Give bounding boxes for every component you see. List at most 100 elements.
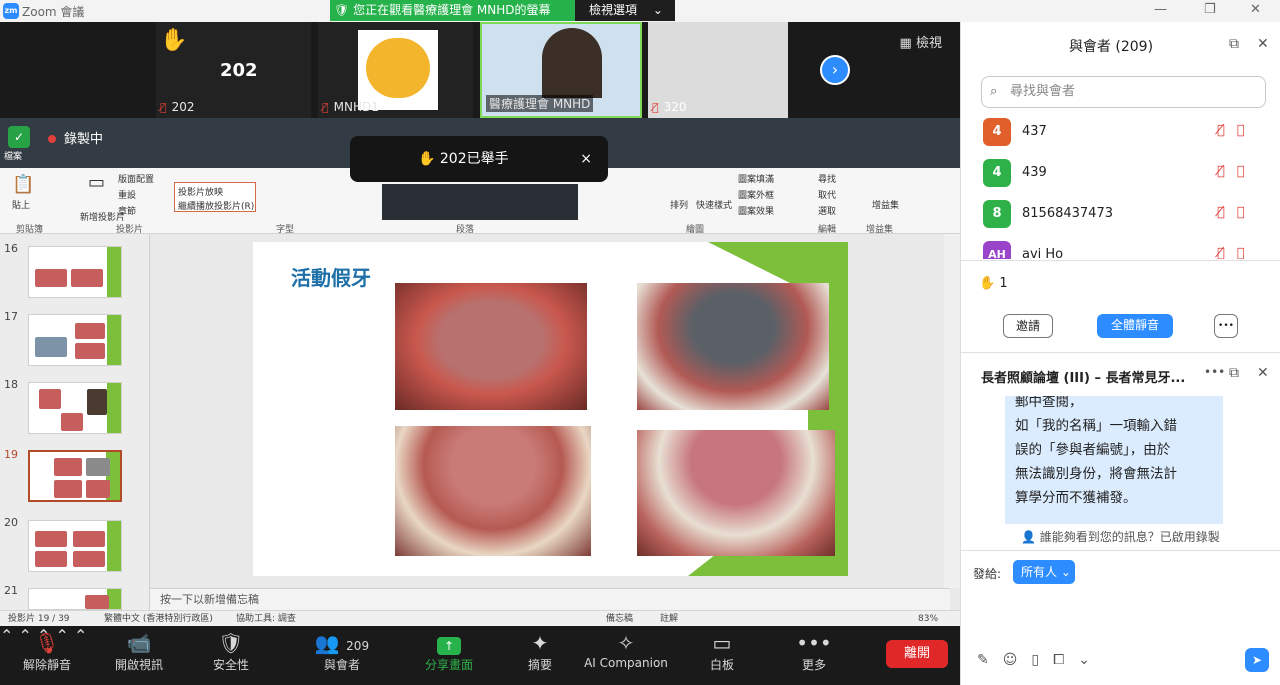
- photo-lower-jaw: [395, 426, 591, 556]
- summary-button[interactable]: ✦ 摘要: [522, 630, 558, 673]
- participant-row[interactable]: 4 439 🎙̸⧄: [961, 153, 1271, 193]
- security-button[interactable]: 🛡 安全性: [208, 630, 254, 673]
- files-label: 檔案: [4, 152, 23, 162]
- share-screen-icon: ↑: [422, 630, 476, 656]
- paste-icon[interactable]: 📋: [12, 174, 34, 195]
- shape-outline-button[interactable]: 圖案外框: [738, 188, 774, 201]
- screenshot-icon[interactable]: ⧠: [1053, 652, 1078, 668]
- slide-thumbnail[interactable]: [28, 520, 122, 572]
- mic-off-icon: 🎙: [34, 631, 60, 655]
- close-icon[interactable]: ✕: [1257, 365, 1269, 381]
- more-dots-icon[interactable]: •••: [1204, 365, 1225, 379]
- search-placeholder: 尋找與會者: [1010, 84, 1076, 99]
- recording-indicator[interactable]: 錄製中: [48, 128, 103, 147]
- shield-icon: 🛡: [218, 631, 244, 655]
- file-icon[interactable]: ▯: [1031, 652, 1053, 668]
- recording-dot-icon: [48, 135, 56, 143]
- paste-label[interactable]: 貼上: [12, 198, 30, 211]
- mute-all-button[interactable]: 全體靜音: [1097, 314, 1173, 338]
- emoji-icon[interactable]: ☺: [1003, 652, 1032, 668]
- arrange-button[interactable]: 排列: [670, 198, 688, 211]
- start-video-button[interactable]: 📹 開啟視訊: [112, 630, 166, 673]
- more-button[interactable]: ••• 更多: [796, 630, 832, 673]
- slide-thumbnail[interactable]: [28, 246, 122, 298]
- layout-button[interactable]: 版面配置: [118, 172, 154, 185]
- send-to-label: 發給:: [973, 567, 1002, 581]
- files-shield-icon[interactable]: ✓: [8, 126, 30, 148]
- participant-name: 439: [1022, 165, 1047, 180]
- unmute-button[interactable]: 🎙 解除靜音: [20, 630, 74, 673]
- chat-visibility-notice[interactable]: 👤 誰能夠看到您的訊息？已啟用錄製: [1021, 528, 1220, 545]
- send-to-dropdown[interactable]: 所有人 ⌄: [1013, 560, 1075, 584]
- slideshow-dropdown[interactable]: 投影片放映 繼續播放投影片(R): [174, 182, 256, 212]
- share-screen-button[interactable]: ↑ 分享畫面: [422, 630, 476, 673]
- chevron-down-icon[interactable]: ⌄: [1078, 652, 1104, 668]
- addins-button[interactable]: 增益集: [872, 198, 899, 211]
- slide-thumbnail[interactable]: [28, 314, 122, 366]
- whiteboard-button[interactable]: ▭ 白板: [704, 630, 740, 673]
- restore-icon[interactable]: ❐: [1204, 2, 1216, 17]
- shape-effects-button[interactable]: 圖案效果: [738, 204, 774, 217]
- participant-search-input[interactable]: ⌕ 尋找與會者: [981, 76, 1266, 108]
- quick-styles-button[interactable]: 快速樣式: [696, 198, 732, 211]
- slide-scrollbar[interactable]: [944, 234, 960, 588]
- leave-button[interactable]: 離開: [886, 640, 948, 668]
- comments-button[interactable]: 註解: [660, 611, 678, 627]
- ppt-status-bar: 投影片 19 / 39 繁體中文 (香港特別行政區) 協助工具: 調查 備忘稿 …: [0, 610, 960, 626]
- close-icon[interactable]: ×: [580, 136, 592, 182]
- find-button[interactable]: 尋找: [818, 172, 836, 185]
- send-icon[interactable]: ➤: [1245, 648, 1269, 672]
- participants-chat-panel: 與會者 (209) ⧉ ✕ ⌕ 尋找與會者 4 437 🎙̸⧄ 4 439 🎙̸⧄ 88…: [960, 22, 1280, 685]
- video-tile-mnhd1[interactable]: 🎙̸ MNHD1: [318, 22, 473, 118]
- section-button[interactable]: 章節: [118, 204, 136, 217]
- view-options-button[interactable]: 檢視選項 ⌄: [575, 0, 675, 21]
- new-slide-icon[interactable]: ▭: [88, 172, 105, 193]
- minimize-icon[interactable]: —: [1154, 2, 1167, 17]
- chat-notice-text: 誰能夠看到您的訊息？已啟用錄製: [1039, 530, 1220, 544]
- slide-number: 20: [4, 516, 18, 529]
- tile-name: 320: [663, 100, 687, 114]
- accessibility-indicator[interactable]: 協助工具: 調查: [236, 611, 296, 627]
- slide-thumbnail-selected[interactable]: [28, 450, 122, 502]
- close-icon[interactable]: ✕: [1257, 36, 1269, 52]
- language-indicator[interactable]: 繁體中文 (香港特別行政區): [104, 611, 213, 627]
- zoom-level[interactable]: 83%: [918, 611, 938, 627]
- current-slide[interactable]: 活動假牙: [253, 242, 848, 576]
- invite-button[interactable]: 邀請: [1003, 314, 1053, 338]
- format-icon[interactable]: ✎: [977, 652, 1003, 668]
- participant-row[interactable]: AH avi Ho 🎙̸⧄: [961, 235, 1271, 259]
- popout-icon[interactable]: ⧉: [1229, 365, 1239, 381]
- video-tile-host[interactable]: 醫療護理會 MNHD: [480, 22, 642, 118]
- mic-off-icon: 🎙̸: [652, 101, 659, 114]
- popout-icon[interactable]: ⧉: [1229, 36, 1239, 52]
- video-tile-202[interactable]: ✋ 202 🎙̸ 202: [156, 22, 311, 118]
- summary-label: 摘要: [527, 658, 552, 672]
- participants-count: 209: [346, 639, 370, 653]
- photo-denture-upper: [637, 283, 829, 410]
- chevron-up-icon[interactable]: ⌃: [74, 626, 87, 645]
- more-options-button[interactable]: •••: [1214, 314, 1238, 338]
- select-button[interactable]: 選取: [818, 204, 836, 217]
- next-page-arrow-icon[interactable]: ›: [820, 55, 850, 85]
- view-toggle-button[interactable]: ▦ 檢視: [900, 32, 942, 51]
- avatar: 4: [983, 159, 1011, 187]
- slide-thumbnail[interactable]: [28, 588, 122, 610]
- tile-name: MNHD1: [333, 100, 379, 114]
- person-icon: 👤: [1021, 530, 1036, 544]
- slide-thumbnail[interactable]: [28, 382, 122, 434]
- notes-button[interactable]: 備忘稿: [606, 611, 633, 627]
- reset-button[interactable]: 重設: [118, 188, 136, 201]
- window-controls: — ❐ ✕: [1150, 2, 1275, 20]
- video-tile-320[interactable]: 🎙̸ 320: [648, 22, 788, 118]
- replace-button[interactable]: 取代: [818, 188, 836, 201]
- chat-message[interactable]: 郵中查閱， 如「我的名稱」一項輸入錯 誤的「參與者編號」，由於 無法識別身份，將…: [1005, 396, 1223, 524]
- participant-row[interactable]: 8 81568437473 🎙̸⧄: [961, 194, 1271, 234]
- close-icon[interactable]: ✕: [1250, 2, 1261, 17]
- chevron-up-icon[interactable]: ⌃: [0, 626, 13, 645]
- participants-button[interactable]: 👥 209 與會者: [312, 630, 372, 673]
- notes-input[interactable]: 按一下以新增備忘稿: [150, 588, 950, 610]
- send-to-value: 所有人: [1021, 565, 1058, 579]
- shape-fill-button[interactable]: 圖案填滿: [738, 172, 774, 185]
- ai-companion-button[interactable]: ✧ AI Companion: [584, 630, 668, 670]
- participant-row[interactable]: 4 437 🎙̸⧄: [961, 112, 1271, 152]
